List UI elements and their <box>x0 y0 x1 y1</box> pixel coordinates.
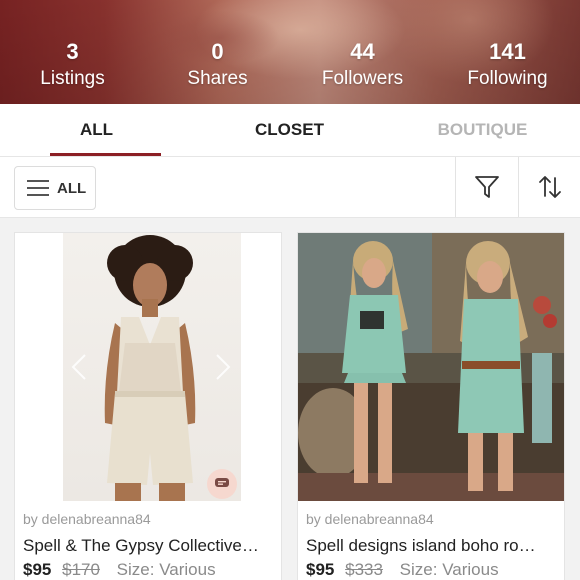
listing-price: $95 <box>23 560 52 579</box>
tab-boutique[interactable]: BOUTIQUE <box>386 104 579 156</box>
category-filter-label: ALL <box>57 179 87 197</box>
original-price: $170 <box>62 560 100 579</box>
stat-value: 44 <box>350 39 375 64</box>
listing-price: $95 <box>306 560 335 579</box>
listing-photo[interactable] <box>15 233 281 501</box>
filter-button[interactable] <box>456 157 518 217</box>
listing-size: Size: Various <box>116 560 216 579</box>
tab-label: CLOSET <box>255 120 324 139</box>
closet-tabs: ALL CLOSET BOUTIQUE <box>0 104 580 156</box>
price-row: $95 $333 Size: Various <box>306 560 499 580</box>
sort-button[interactable] <box>519 157 580 217</box>
profile-stats: 3 Listings 0 Shares 44 Followers 141 Fol… <box>0 38 580 98</box>
tab-closet[interactable]: CLOSET <box>193 104 386 156</box>
listings-grid: by delenabreanna84 Spell & The Gypsy Col… <box>0 218 580 580</box>
profile-cover: 3 Listings 0 Shares 44 Followers 141 Fol… <box>0 0 580 104</box>
tab-label: BOUTIQUE <box>437 120 528 139</box>
stat-shares[interactable]: 0 Shares <box>145 38 290 98</box>
romper-models-image <box>298 233 564 501</box>
stat-value: 0 <box>211 39 224 64</box>
comment-button[interactable] <box>207 469 237 499</box>
filter-icon <box>475 176 499 198</box>
menu-icon <box>27 180 49 196</box>
stat-label: Followers <box>321 68 404 89</box>
stat-label: Shares <box>187 68 248 89</box>
category-filter-button[interactable]: ALL <box>14 166 96 210</box>
sort-icon <box>539 176 561 198</box>
listing-card[interactable]: by delenabreanna84 Spell designs island … <box>297 232 565 580</box>
stat-value: 141 <box>489 39 526 64</box>
stat-followers[interactable]: 44 Followers <box>290 38 435 98</box>
tab-label: ALL <box>79 120 114 139</box>
original-price: $333 <box>345 560 383 579</box>
stat-following[interactable]: 141 Following <box>435 38 580 98</box>
seller-username[interactable]: by delenabreanna84 <box>306 511 434 527</box>
previous-photo-icon[interactable] <box>71 353 87 381</box>
seller-username[interactable]: by delenabreanna84 <box>23 511 151 527</box>
stat-listings[interactable]: 3 Listings <box>0 38 145 98</box>
listing-size: Size: Various <box>399 560 499 579</box>
listing-card[interactable]: by delenabreanna84 Spell & The Gypsy Col… <box>14 232 282 580</box>
comment-icon <box>215 478 229 487</box>
stat-label: Following <box>467 68 548 89</box>
listing-photo[interactable] <box>298 233 564 501</box>
price-row: $95 $170 Size: Various <box>23 560 216 580</box>
stat-value: 3 <box>66 39 79 64</box>
listing-toolbar: ALL <box>0 156 580 218</box>
romper-model-image <box>104 235 196 501</box>
listing-title[interactable]: Spell & The Gypsy Collective… <box>23 536 279 556</box>
next-photo-icon[interactable] <box>215 353 231 381</box>
listing-title[interactable]: Spell designs island boho ro… <box>306 536 562 556</box>
stat-label: Listings <box>40 68 105 89</box>
tab-all[interactable]: ALL <box>0 104 193 156</box>
